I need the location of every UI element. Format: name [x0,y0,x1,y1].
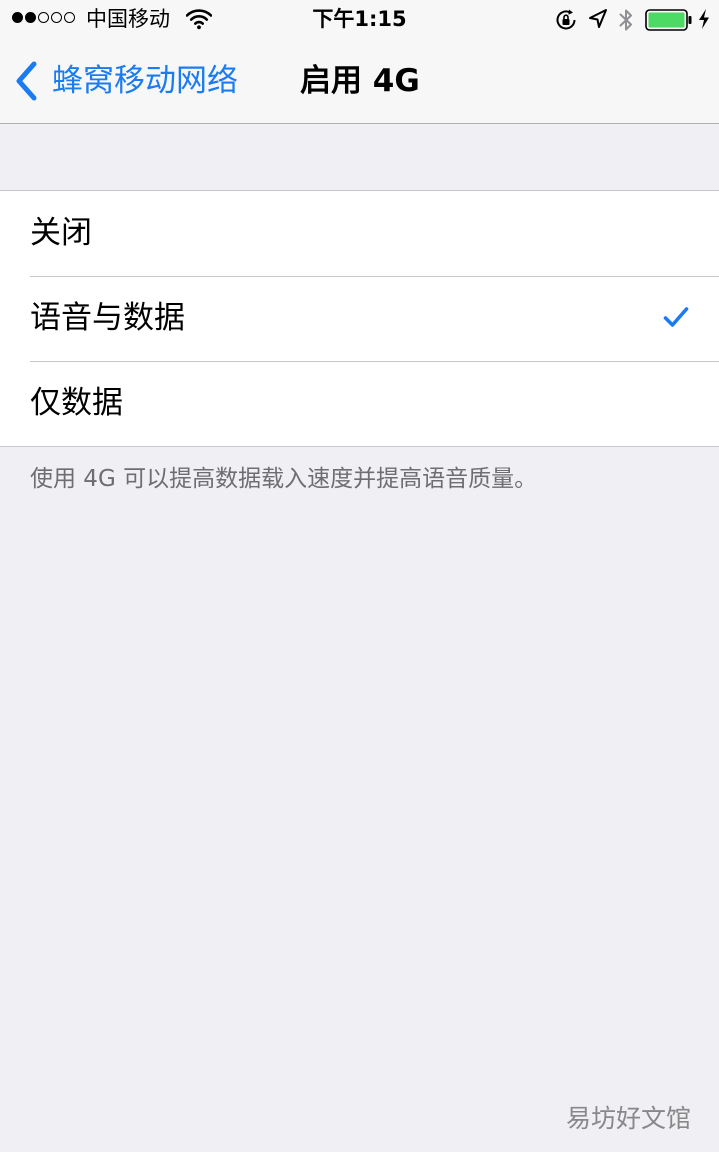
section-footer-note: 使用 4G 可以提高数据载入速度并提高语音质量。 [30,466,538,492]
chevron-left-icon [12,58,42,104]
battery-icon [645,9,693,35]
bluetooth-icon [618,7,634,37]
back-button[interactable]: 蜂窝移动网络 [12,58,238,104]
status-time: 下午1:15 [312,7,407,31]
location-arrow-icon [588,8,608,34]
page-title: 启用 4G [300,63,420,99]
option-data-only-label: 仅数据 [30,385,123,421]
charging-bolt-icon [697,8,711,34]
rotation-lock-icon [554,8,578,36]
option-voice-and-data-label: 语音与数据 [30,300,185,336]
navigation-bar: 蜂窝移动网络 启用 4G [0,40,719,123]
watermark: 易坊好文馆 [565,1104,691,1133]
option-voice-and-data[interactable]: 语音与数据 [0,276,719,361]
top-bar-background: 中国移动 下午1:15 蜂窝移动网络 启用 4G [0,0,719,124]
option-off[interactable]: 关闭 [0,191,719,276]
option-off-label: 关闭 [30,215,92,251]
status-bar: 中国移动 下午1:15 [0,0,719,40]
option-data-only[interactable]: 仅数据 [0,361,719,446]
back-button-label: 蜂窝移动网络 [52,63,238,99]
checkmark-icon [663,306,689,332]
enable-4g-options: 关闭 语音与数据 仅数据 [0,190,719,447]
